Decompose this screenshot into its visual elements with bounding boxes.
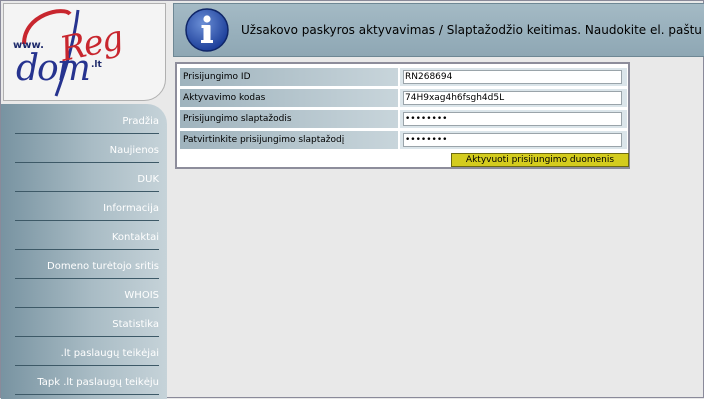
sidebar-item-paslaugu-teikejai[interactable]: .lt paslaugų teikėjai [15,343,159,366]
sidebar-item-naujienos[interactable]: Naujienos [15,140,159,163]
info-icon [185,8,229,52]
sidebar-item-statistika[interactable]: Statistika [15,314,159,337]
logo-tld-text: .lt [91,60,102,70]
form-row-password: Prisijungimo slaptažodis [180,110,627,128]
password-input[interactable] [403,112,622,126]
sidebar-item-domeno-turetojo-sritis[interactable]: Domeno turėtojo sritis [15,256,159,279]
page-frame: www. dom Reg .lt Pradžia Naujienos DUK I… [0,0,704,399]
sidebar-item-label: Kontaktai [111,232,159,243]
sidebar-item-label: Naujienos [109,145,159,156]
sidebar-item-duk[interactable]: DUK [15,169,159,192]
activate-button[interactable]: Aktyvuoti prisijungimo duomenis [451,153,629,167]
sidebar-item-label: Informacija [103,203,159,214]
sidebar-item-pradzia[interactable]: Pradžia [15,111,159,134]
activation-code-label: Aktyvavimo kodas [180,89,398,107]
activation-code-cell [400,89,627,107]
form-row-confirm-password: Patvirtinkite prisijungimo slaptažodį [180,131,627,149]
header-message: Užsakovo paskyros aktyvavimas / Slaptažo… [241,23,704,37]
sidebar-item-informacija[interactable]: Informacija [15,198,159,221]
confirm-password-label: Patvirtinkite prisijungimo slaptažodį [180,131,398,149]
site-logo[interactable]: www. dom Reg .lt [3,3,166,101]
sidebar-nav: Pradžia Naujienos DUK Informacija Kontak… [1,104,167,399]
login-id-label: Prisijungimo ID [180,68,398,86]
sidebar-item-label: Statistika [112,319,159,330]
sidebar-item-label: Pradžia [122,116,159,127]
sidebar-item-whois[interactable]: WHOIS [15,285,159,308]
sidebar-item-tapk-paslaugu-teikeju[interactable]: Tapk .lt paslaugų teikėju [15,372,159,395]
activation-code-input[interactable] [403,91,622,105]
password-cell [400,110,627,128]
confirm-password-input[interactable] [403,133,622,147]
activation-form: Prisijungimo ID Aktyvavimo kodas Prisiju… [175,62,630,169]
sidebar-item-label: Tapk .lt paslaugų teikėju [37,377,159,388]
sidebar-item-label: WHOIS [124,290,159,301]
sidebar-item-label: DUK [137,174,159,185]
password-label: Prisijungimo slaptažodis [180,110,398,128]
form-row-activation-code: Aktyvavimo kodas [180,89,627,107]
sidebar-item-label: Domeno turėtojo sritis [47,261,159,272]
form-row-login-id: Prisijungimo ID [180,68,627,86]
page-header: Užsakovo paskyros aktyvavimas / Slaptažo… [173,3,704,57]
sidebar-item-kontaktai[interactable]: Kontaktai [15,227,159,250]
login-id-cell [400,68,627,86]
confirm-password-cell [400,131,627,149]
sidebar-item-label: .lt paslaugų teikėjai [60,348,159,359]
login-id-input[interactable] [403,70,622,84]
